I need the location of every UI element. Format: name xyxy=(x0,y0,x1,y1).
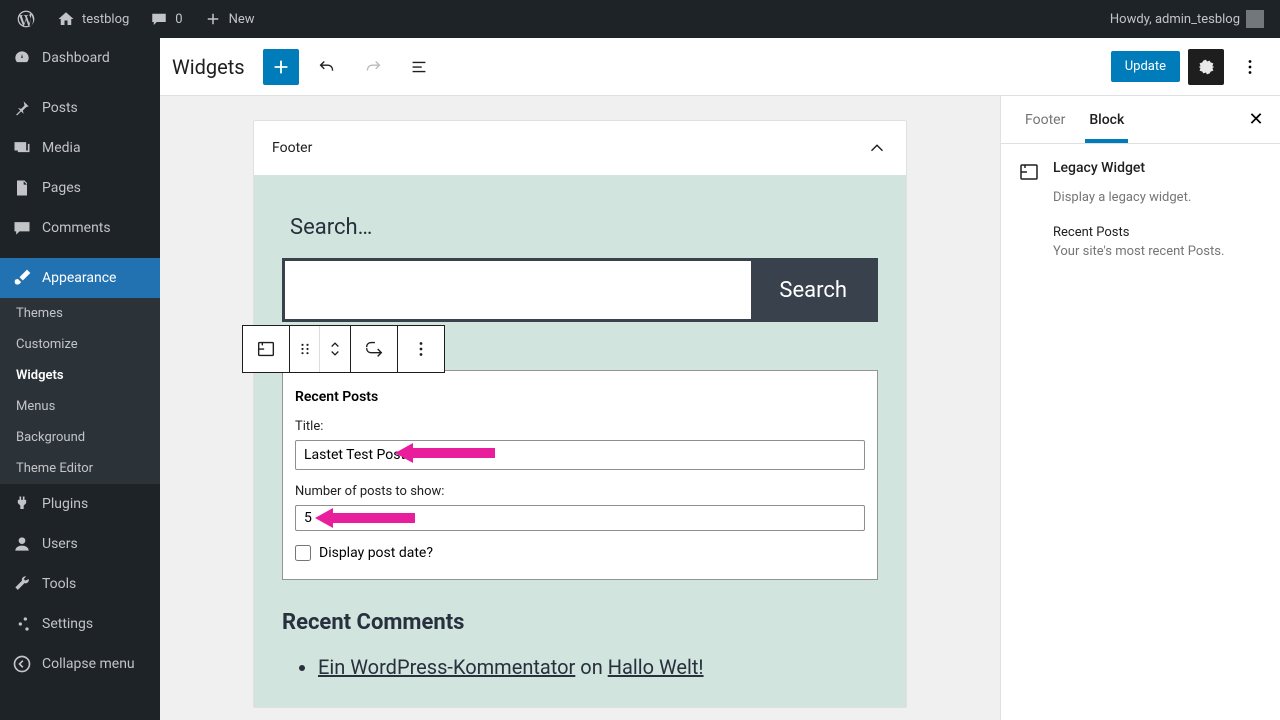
block-toolbar xyxy=(242,325,445,373)
menu-appearance[interactable]: Appearance xyxy=(0,258,160,298)
add-block-button[interactable] xyxy=(263,49,299,85)
submenu-menus[interactable]: Menus xyxy=(0,391,160,422)
search-widget: Search… Search xyxy=(282,215,878,322)
undo-button[interactable] xyxy=(309,49,345,85)
menu-media[interactable]: Media xyxy=(0,128,160,168)
comment-icon xyxy=(12,218,32,238)
media-icon xyxy=(12,138,32,158)
menu-comments[interactable]: Comments xyxy=(0,208,160,248)
widget-area: Footer Search… Search xyxy=(253,120,907,708)
menu-pages[interactable]: Pages xyxy=(0,168,160,208)
menu-posts[interactable]: Posts xyxy=(0,88,160,128)
block-title: Legacy Widget xyxy=(1053,160,1145,176)
title-input[interactable] xyxy=(295,440,865,470)
legacy-widget-icon xyxy=(1017,160,1041,184)
new-link[interactable]: New xyxy=(195,0,263,38)
brush-icon xyxy=(12,268,32,288)
editor-canvas[interactable]: Footer Search… Search xyxy=(160,96,1000,720)
recent-comments-widget: Recent Comments Ein WordPress-Kommentato… xyxy=(282,610,878,679)
comments-link[interactable]: 0 xyxy=(141,0,190,38)
widget-header: Recent Posts xyxy=(295,389,865,405)
update-button[interactable]: Update xyxy=(1111,51,1180,82)
comment-item: Ein WordPress-Kommentator on Hallo Welt! xyxy=(318,655,878,679)
avatar-icon xyxy=(1246,10,1264,28)
howdy-text: Howdy, admin_tesblog xyxy=(1110,12,1240,27)
widget-area-title: Footer xyxy=(272,140,312,156)
admin-bar: testblog 0 New Howdy, admin_tesblog xyxy=(0,0,1280,38)
recent-posts-widget[interactable]: Recent Posts Title: xyxy=(282,370,878,580)
redo-button[interactable] xyxy=(355,49,391,85)
user-icon xyxy=(12,534,32,554)
site-link[interactable]: testblog xyxy=(48,0,137,38)
display-date-label: Display post date? xyxy=(319,545,433,561)
comments-title: Recent Comments xyxy=(282,610,878,635)
pin-icon xyxy=(12,98,32,118)
block-more-button[interactable] xyxy=(398,326,444,372)
sliders-icon xyxy=(12,614,32,634)
number-label: Number of posts to show: xyxy=(295,484,865,499)
account-link[interactable]: Howdy, admin_tesblog xyxy=(1102,0,1272,38)
widget-description: Your site's most recent Posts. xyxy=(1053,244,1264,259)
display-date-checkbox[interactable] xyxy=(295,545,311,561)
page-icon xyxy=(12,178,32,198)
move-buttons[interactable] xyxy=(320,326,350,372)
menu-users[interactable]: Users xyxy=(0,524,160,564)
submenu-themes[interactable]: Themes xyxy=(0,298,160,329)
menu-plugins[interactable]: Plugins xyxy=(0,484,160,524)
wordpress-icon xyxy=(16,9,36,29)
wrench-icon xyxy=(12,574,32,594)
settings-sidebar: Footer Block ✕ Legacy Widget Display a l… xyxy=(1000,96,1280,720)
new-label: New xyxy=(229,12,255,27)
comment-icon xyxy=(149,9,169,29)
drag-handle[interactable] xyxy=(290,326,320,372)
comment-post-link[interactable]: Hallo Welt! xyxy=(608,655,704,679)
editor-header: Widgets Update xyxy=(160,38,1280,96)
settings-button[interactable] xyxy=(1188,49,1224,85)
move-to-button[interactable] xyxy=(351,326,397,372)
page-title: Widgets xyxy=(172,55,245,79)
menu-dashboard[interactable]: Dashboard xyxy=(0,38,160,78)
more-options-button[interactable] xyxy=(1232,49,1268,85)
search-label: Search… xyxy=(282,215,878,240)
tab-block[interactable]: Block xyxy=(1077,98,1136,142)
widget-name: Recent Posts xyxy=(1053,225,1264,240)
search-input[interactable] xyxy=(285,261,751,319)
comment-count: 0 xyxy=(175,12,182,27)
menu-settings[interactable]: Settings xyxy=(0,604,160,644)
admin-menu: Dashboard Posts Media Pages Comments App… xyxy=(0,38,160,720)
submenu-customize[interactable]: Customize xyxy=(0,329,160,360)
list-view-button[interactable] xyxy=(401,49,437,85)
home-icon xyxy=(56,9,76,29)
block-type-button[interactable] xyxy=(243,326,289,372)
tab-footer[interactable]: Footer xyxy=(1013,98,1077,142)
collapse-icon xyxy=(12,654,32,674)
comment-author-link[interactable]: Ein WordPress-Kommentator xyxy=(318,655,575,679)
submenu-widgets[interactable]: Widgets xyxy=(0,360,160,391)
submenu-background[interactable]: Background xyxy=(0,422,160,453)
block-description: Display a legacy widget. xyxy=(1053,190,1264,205)
submenu-theme-editor[interactable]: Theme Editor xyxy=(0,453,160,484)
number-input[interactable] xyxy=(295,505,865,531)
widget-area-header[interactable]: Footer xyxy=(254,121,906,175)
dashboard-icon xyxy=(12,48,32,68)
close-sidebar-button[interactable]: ✕ xyxy=(1240,104,1272,136)
site-name: testblog xyxy=(82,12,129,27)
appearance-submenu: Themes Customize Widgets Menus Backgroun… xyxy=(0,298,160,484)
menu-collapse[interactable]: Collapse menu xyxy=(0,644,160,684)
title-label: Title: xyxy=(295,419,865,434)
plugin-icon xyxy=(12,494,32,514)
search-button[interactable]: Search xyxy=(751,261,875,319)
plus-icon xyxy=(203,9,223,29)
menu-tools[interactable]: Tools xyxy=(0,564,160,604)
wp-logo[interactable] xyxy=(8,0,44,38)
chevron-up-icon xyxy=(866,137,888,159)
